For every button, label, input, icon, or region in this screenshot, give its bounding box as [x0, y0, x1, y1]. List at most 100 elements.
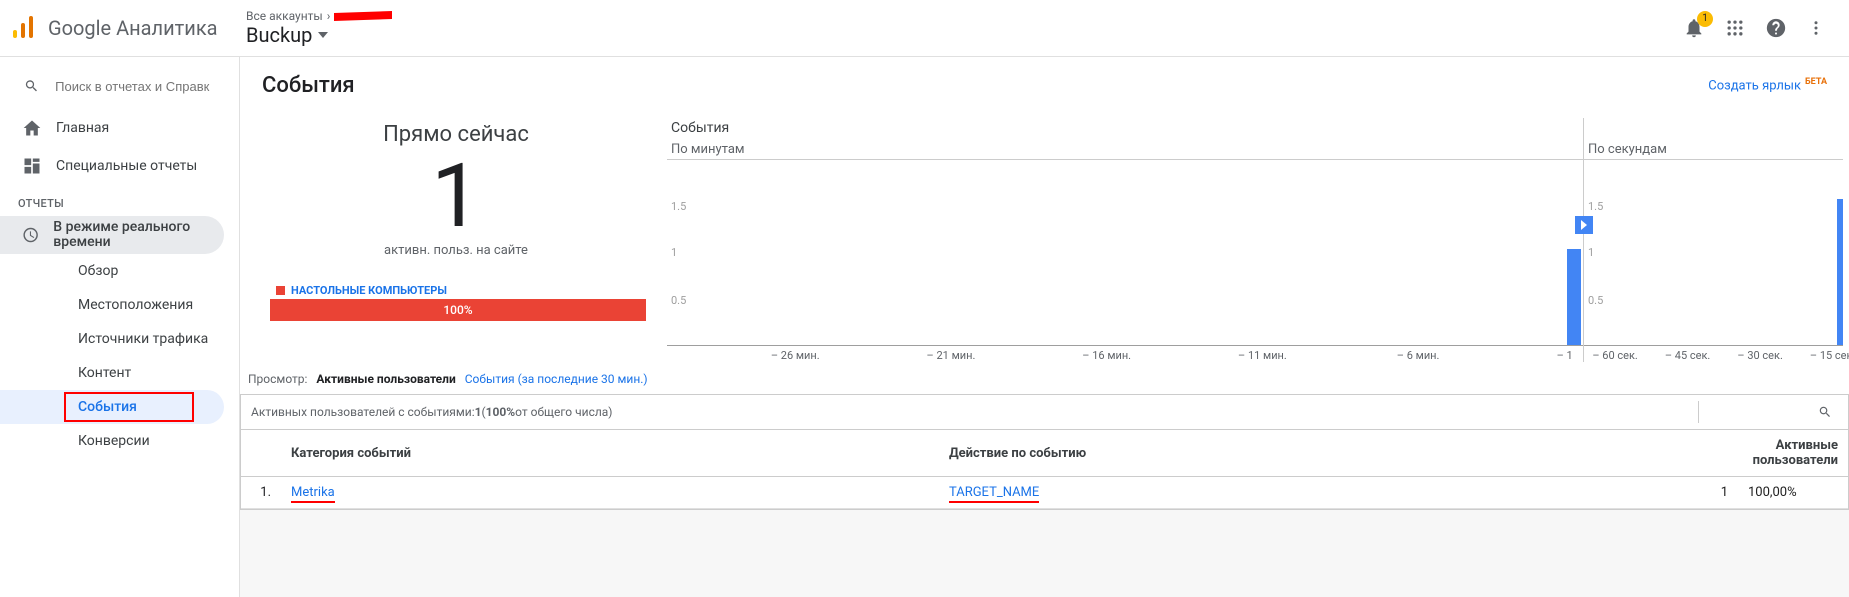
meta-rest: от общего числа)	[515, 405, 612, 419]
row-action-link[interactable]: TARGET_NAME	[949, 485, 1039, 503]
col-category[interactable]: Категория событий	[281, 430, 939, 477]
nav-realtime-locations[interactable]: Местоположения	[0, 288, 224, 322]
xtick: – 6 мин.	[1397, 349, 1440, 362]
chevron-right-icon: ›	[327, 9, 331, 23]
view-label: Просмотр:	[248, 372, 307, 386]
row-users: 1	[1678, 477, 1738, 509]
product-logo-block[interactable]: Google Аналитика	[10, 14, 246, 42]
meta-pct: 100%	[486, 405, 516, 419]
sidebar-search[interactable]	[0, 67, 239, 109]
xtick: – 30 сек.	[1737, 349, 1782, 362]
help-icon[interactable]	[1765, 17, 1787, 39]
data-bar	[1567, 249, 1581, 345]
table-search[interactable]	[1698, 401, 1838, 423]
more-icon[interactable]	[1807, 17, 1825, 39]
all-accounts-label: Все аккаунты	[246, 9, 323, 23]
nav-home-label: Главная	[56, 120, 109, 136]
sidebar-section-reports: ОТЧЕТЫ	[0, 185, 239, 216]
chart-minutes-plot: 1.5 1 0.5 – 26 мин. – 21 мин. – 16 мин. …	[667, 164, 1583, 362]
apps-icon[interactable]	[1725, 18, 1745, 38]
nav-realtime-overview[interactable]: Обзор	[0, 254, 224, 288]
property-name: Buckup	[246, 23, 312, 47]
product-name: Google Аналитика	[48, 16, 218, 40]
x-axis	[1584, 345, 1843, 346]
label: Источники трафика	[78, 331, 208, 347]
xtick: – 21 мин.	[927, 349, 976, 362]
label: Контент	[78, 365, 131, 381]
table-meta: Активных пользователей с событиями: 1 ( …	[241, 395, 1848, 429]
header-actions: 1	[1683, 17, 1825, 39]
main-content: События Создать ярлык БЕТА Прямо сейчас 1…	[240, 57, 1849, 597]
xtick: – 16 мин.	[1082, 349, 1131, 362]
x-axis	[667, 345, 1583, 346]
page-header: События Создать ярлыкБЕТА	[240, 57, 1849, 110]
chart-minutes: События По минутам 1.5 1 0.5 – 26 мин. –…	[666, 118, 1583, 362]
nav-realtime-label: В режиме реального времени	[53, 220, 224, 251]
dashboard-icon	[22, 156, 42, 176]
table-view-switcher: Просмотр: Активные пользователи События …	[240, 362, 1849, 390]
notifications-badge: 1	[1697, 11, 1713, 27]
row-category-link[interactable]: Metrika	[291, 485, 335, 503]
legend-label: НАСТОЛЬНЫЕ КОМПЬЮТЕРЫ	[291, 284, 447, 297]
meta-count: 1	[475, 405, 482, 419]
ytick: 1	[671, 246, 677, 259]
legend-swatch	[276, 286, 285, 295]
xtick: – 45 сек.	[1665, 349, 1710, 362]
beta-badge: БЕТА	[1805, 77, 1827, 87]
realtime-title: Прямо сейчас	[246, 122, 666, 147]
nav-realtime[interactable]: В режиме реального времени	[0, 216, 224, 254]
xtick: – 26 мин.	[771, 349, 820, 362]
account-selector[interactable]: Все аккаунты › Buckup	[246, 9, 1683, 47]
clock-icon	[22, 225, 39, 245]
label: Конверсии	[78, 433, 150, 449]
row-pct: 100,00%	[1738, 477, 1848, 509]
ytick: 0.5	[671, 294, 686, 307]
nav-realtime-content[interactable]: Контент	[0, 356, 224, 390]
create-shortcut-label: Создать ярлык	[1708, 79, 1801, 94]
table-row[interactable]: 1. Metrika TARGET_NAME 1 100,00%	[241, 477, 1848, 509]
account-name-redacted	[334, 11, 392, 21]
realtime-summary: Прямо сейчас 1 активн. польз. на сайте Н…	[246, 114, 666, 321]
chart-events-header: События	[667, 118, 1583, 140]
app-header: Google Аналитика Все аккаунты › Buckup 1	[0, 0, 1849, 57]
search-icon	[24, 77, 39, 95]
events-table: Категория событий Действие по событию Ак…	[241, 429, 1848, 509]
ytick: 1	[1588, 246, 1594, 259]
realtime-subtitle: активн. польз. на сайте	[246, 243, 666, 258]
nav-realtime-events[interactable]: События	[0, 390, 224, 424]
view-active-users-tab[interactable]: Активные пользователи	[316, 372, 455, 386]
col-users[interactable]: Активные пользователи	[1678, 430, 1848, 477]
nav-custom-label: Специальные отчеты	[56, 158, 197, 174]
nav-realtime-conversions[interactable]: Конверсии	[0, 424, 224, 458]
label: Местоположения	[78, 297, 193, 313]
nav-custom-reports[interactable]: Специальные отчеты	[0, 147, 239, 185]
xtick: – 15 сек.	[1810, 349, 1849, 362]
nav-home[interactable]: Главная	[0, 109, 239, 147]
col-action[interactable]: Действие по событию	[939, 430, 1678, 477]
events-table-card: Активных пользователей с событиями: 1 ( …	[240, 394, 1849, 510]
row-index: 1.	[241, 477, 281, 509]
ytick: 1.5	[1588, 200, 1603, 213]
meta-prefix: Активных пользователей с событиями:	[251, 405, 475, 419]
sidebar-search-input[interactable]	[55, 79, 221, 94]
xtick: – 60 сек.	[1592, 349, 1637, 362]
realtime-count: 1	[246, 153, 666, 241]
chart-minutes-label: По минутам	[667, 140, 1583, 160]
chart-seconds-label: По секундам	[1584, 140, 1843, 160]
analytics-logo-icon	[10, 14, 38, 42]
ytick: 0.5	[1588, 294, 1603, 307]
highlight-annotation	[64, 392, 194, 422]
nav-realtime-traffic[interactable]: Источники трафика	[0, 322, 224, 356]
home-icon	[22, 118, 42, 138]
view-events-30min-tab[interactable]: События (за последние 30 мин.)	[465, 372, 648, 386]
create-shortcut-link[interactable]: Создать ярлык БЕТА	[1708, 77, 1827, 93]
ytick: 1.5	[671, 200, 686, 213]
xtick: – 1	[1557, 349, 1573, 362]
notifications-icon[interactable]: 1	[1683, 17, 1705, 39]
xtick: – 11 мин.	[1238, 349, 1287, 362]
caret-down-icon	[318, 32, 328, 38]
device-distribution-bar: 100%	[270, 299, 646, 321]
chart-seconds-plot: 1.5 1 0.5 – 60 сек. – 45 сек. – 30 сек. …	[1584, 164, 1843, 362]
search-icon	[1818, 405, 1832, 419]
chart-seconds: По секундам 1.5 1 0.5 – 60 сек. – 45 сек…	[1583, 118, 1843, 362]
